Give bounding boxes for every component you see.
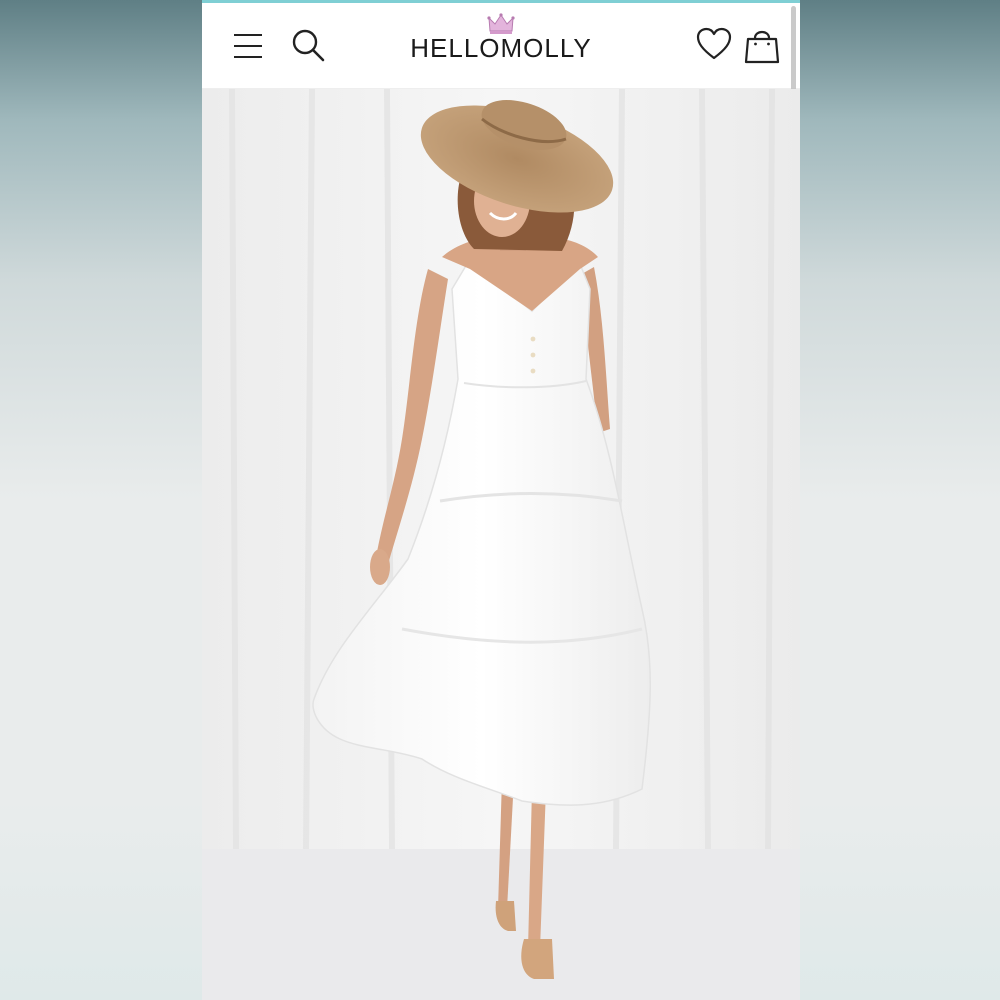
brand-name: HELLOMOLLY xyxy=(410,33,592,63)
hamburger-menu-icon[interactable] xyxy=(232,31,264,61)
site-header: HELLOMOLLY xyxy=(202,3,800,89)
brand-logo[interactable]: HELLOMOLLY xyxy=(352,13,650,73)
wishlist-heart-icon[interactable] xyxy=(696,27,732,61)
crown-icon xyxy=(487,13,515,34)
search-icon[interactable] xyxy=(290,27,326,63)
product-hero-image[interactable] xyxy=(202,89,800,1000)
phone-screen: HELLOMOLLY xyxy=(202,0,800,1000)
shopping-bag-icon[interactable] xyxy=(743,25,781,65)
